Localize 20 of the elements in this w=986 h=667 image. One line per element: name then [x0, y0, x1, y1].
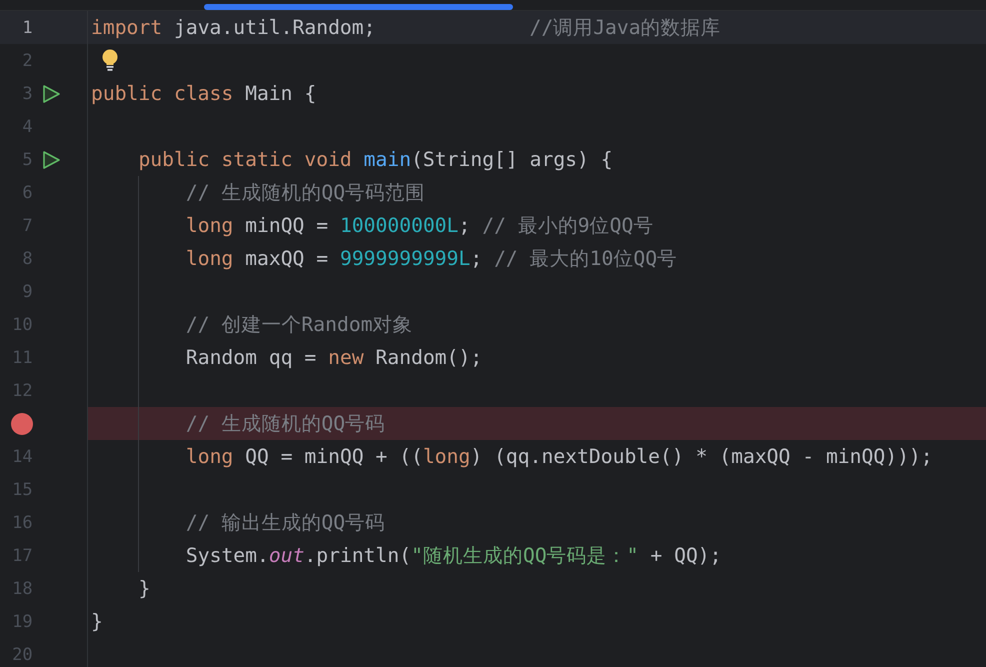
code-line: Random qq = new Random();	[184, 345, 482, 371]
code-line: // 生成随机的QQ号码	[184, 411, 386, 437]
scrollbar-thumb[interactable]	[204, 4, 513, 10]
code-line: }	[137, 576, 150, 602]
code-line: System.out.println("随机生成的QQ号码是：" + QQ);	[184, 543, 722, 569]
lightbulb-icon[interactable]	[101, 48, 119, 72]
code-line: }	[91, 609, 103, 635]
code-line: long minQQ = 100000000L; // 最小的9位QQ号	[184, 213, 654, 239]
run-icon[interactable]	[40, 84, 61, 104]
code-line: // 生成随机的QQ号码范围	[184, 180, 426, 206]
code-line: public static void main(String[] args) {	[137, 147, 613, 173]
code-line: long maxQQ = 9999999999L; // 最大的10位QQ号	[184, 246, 678, 272]
line-number: 1	[21, 18, 33, 38]
code-line: long QQ = minQQ + ((long) (qq.nextDouble() * (maxQQ - minQQ)));	[184, 444, 933, 470]
code-line: import java.util.Random; //调用Java的数据库	[91, 15, 721, 41]
breakpoint-icon[interactable]	[11, 412, 33, 434]
code-line: // 输出生成的QQ号码	[184, 510, 386, 536]
code-line: public class Main {	[91, 81, 316, 107]
code-line: // 创建一个Random对象	[184, 312, 413, 338]
run-icon[interactable]	[40, 150, 61, 170]
